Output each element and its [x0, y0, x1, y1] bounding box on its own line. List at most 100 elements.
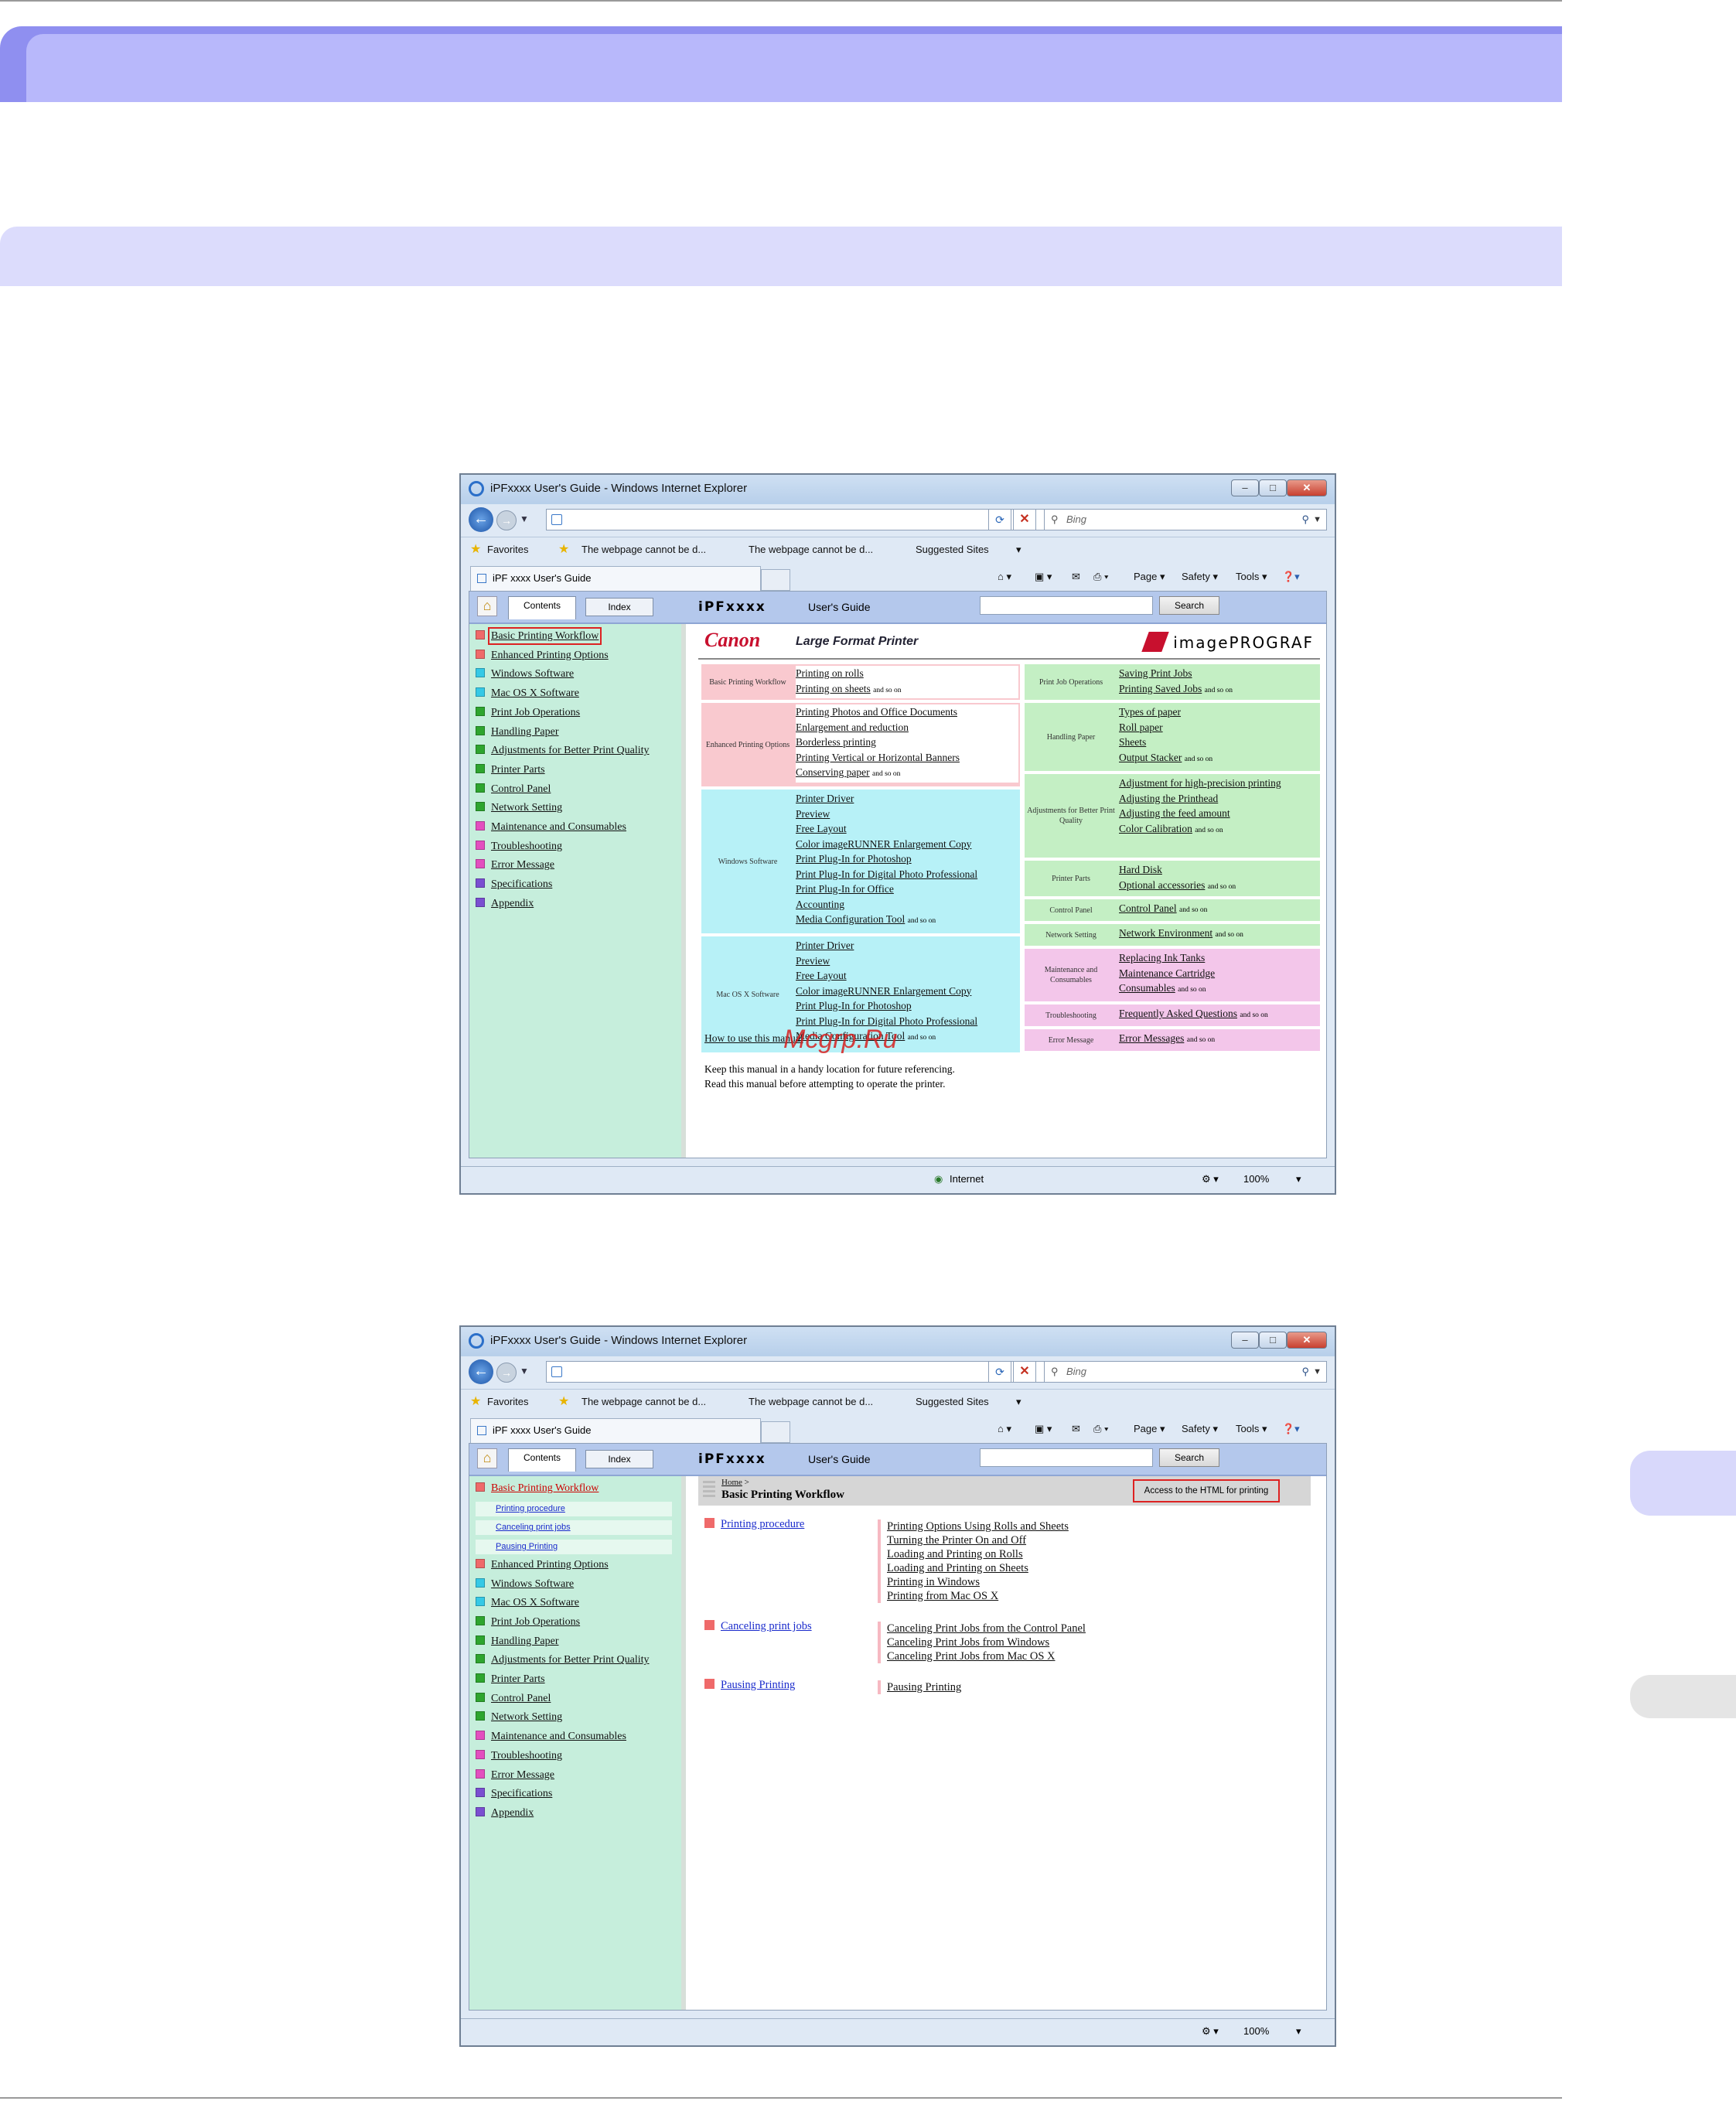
- forward-button[interactable]: →: [496, 1363, 517, 1383]
- sidebar-item[interactable]: Appendix: [476, 1806, 534, 1824]
- search-go-icon[interactable]: ⚲: [1301, 1362, 1309, 1382]
- sidebar-item[interactable]: Adjustments for Better Print Quality: [476, 745, 650, 762]
- sidebar-item[interactable]: Adjustments for Better Print Quality: [476, 1654, 650, 1671]
- search-dropdown-icon[interactable]: ▼: [1313, 1362, 1322, 1382]
- category-link[interactable]: Printing Vertical or Horizontal Banners: [796, 750, 1018, 766]
- tools-menu[interactable]: Tools ▾: [1236, 1423, 1267, 1435]
- sidebar-item[interactable]: Basic Printing Workflow: [476, 627, 602, 647]
- search-input[interactable]: ⚲ Bing ⚲ ▼: [1044, 509, 1327, 530]
- home-icon[interactable]: ⌂: [477, 1448, 497, 1468]
- category-link[interactable]: Enlargement and reduction: [796, 720, 1018, 735]
- category-link[interactable]: Control Panel: [1119, 902, 1177, 914]
- topic-link[interactable]: Canceling Print Jobs from Mac OS X: [887, 1649, 1086, 1663]
- safety-menu[interactable]: Safety ▾: [1182, 571, 1218, 583]
- tab-contents[interactable]: Contents: [508, 596, 576, 619]
- sidebar-subitem[interactable]: Printing procedure: [476, 1501, 672, 1516]
- sidebar-item-label[interactable]: Basic Printing Workflow: [491, 1482, 599, 1494]
- sidebar-item-label[interactable]: Appendix: [491, 898, 534, 909]
- fav-item[interactable]: The webpage cannot be d...: [749, 544, 873, 555]
- zoom-level[interactable]: 100%: [1243, 2025, 1269, 2037]
- print-icon[interactable]: ⎙ ▾: [1093, 571, 1108, 583]
- category-link[interactable]: Types of paper: [1119, 704, 1318, 720]
- section-link[interactable]: Pausing Printing: [721, 1679, 795, 1691]
- home-icon[interactable]: ⌂: [477, 596, 497, 616]
- category-link[interactable]: Printer Driver: [796, 791, 1018, 807]
- fav-item[interactable]: Suggested Sites: [916, 1396, 989, 1407]
- category-link[interactable]: Media Configuration Tool: [796, 913, 905, 925]
- maximize-button[interactable]: □: [1259, 1332, 1287, 1349]
- sidebar-item[interactable]: Mac OS X Software: [476, 687, 579, 704]
- topic-link[interactable]: Printing in Windows: [887, 1575, 1069, 1589]
- sidebar-item[interactable]: Handling Paper: [476, 1635, 558, 1652]
- category-link[interactable]: Hard Disk: [1119, 862, 1318, 878]
- topic-link[interactable]: Loading and Printing on Rolls: [887, 1547, 1069, 1561]
- sidebar-item-label[interactable]: Print Job Operations: [491, 707, 580, 718]
- fav-item[interactable]: The webpage cannot be d...: [582, 544, 706, 555]
- chevron-down-icon[interactable]: ▾: [1016, 1396, 1021, 1408]
- category-link[interactable]: Saving Print Jobs: [1119, 666, 1318, 681]
- minimize-button[interactable]: –: [1231, 479, 1259, 496]
- sidebar-subitem-label[interactable]: Printing procedure: [496, 1504, 565, 1513]
- close-button[interactable]: ✕: [1287, 1332, 1327, 1349]
- protected-mode-icon[interactable]: ⚙ ▾: [1202, 1173, 1219, 1185]
- sidebar-item-label[interactable]: Maintenance and Consumables: [491, 821, 626, 833]
- category-link[interactable]: Frequently Asked Questions: [1119, 1008, 1237, 1019]
- sidebar-subitem[interactable]: Canceling print jobs: [476, 1520, 672, 1536]
- search-go-icon[interactable]: ⚲: [1301, 510, 1309, 530]
- category-link[interactable]: Replacing Ink Tanks: [1119, 950, 1318, 966]
- back-button[interactable]: ←: [469, 507, 493, 532]
- feeds-icon[interactable]: ▣ ▾: [1035, 571, 1052, 583]
- topic-link[interactable]: Pausing Printing: [887, 1680, 961, 1694]
- section-heading[interactable]: Canceling print jobs: [704, 1620, 812, 1633]
- category-link[interactable]: Free Layout: [796, 821, 1018, 837]
- sidebar-item[interactable]: Printer Parts: [476, 1673, 545, 1690]
- sidebar-item-label[interactable]: Troubleshooting: [491, 1750, 562, 1762]
- sidebar-item[interactable]: Enhanced Printing Options: [476, 1558, 609, 1576]
- sidebar-item[interactable]: Windows Software: [476, 1577, 574, 1595]
- sidebar-item[interactable]: Network Setting: [476, 802, 562, 819]
- refresh-button[interactable]: ⟳: [988, 1361, 1011, 1383]
- sidebar-item-label[interactable]: Specifications: [491, 1788, 552, 1799]
- category-link[interactable]: Color imageRUNNER Enlargement Copy: [796, 984, 1018, 999]
- sidebar-item[interactable]: Troubleshooting: [476, 1749, 562, 1767]
- sidebar-item-label[interactable]: Adjustments for Better Print Quality: [491, 745, 650, 756]
- sidebar-item-label[interactable]: Specifications: [491, 878, 552, 890]
- fav-item[interactable]: Suggested Sites: [916, 544, 989, 555]
- category-link[interactable]: Print Plug-In for Photoshop: [796, 998, 1018, 1014]
- browser-tab[interactable]: iPF xxxx User's Guide: [470, 1418, 761, 1443]
- category-link[interactable]: Print Plug-In for Digital Photo Professi…: [796, 867, 1018, 882]
- home-icon[interactable]: ⌂ ▾: [998, 1423, 1011, 1435]
- section-heading[interactable]: Printing procedure: [704, 1518, 804, 1531]
- search-button[interactable]: Search: [1159, 1448, 1219, 1467]
- new-tab-button[interactable]: [761, 1421, 790, 1443]
- guide-search-input[interactable]: [980, 1448, 1153, 1467]
- sidebar-item-label[interactable]: Control Panel: [491, 1693, 551, 1704]
- mail-icon[interactable]: ✉: [1072, 1423, 1080, 1435]
- sidebar-item[interactable]: Control Panel: [476, 1692, 551, 1710]
- category-link[interactable]: Error Messages: [1119, 1032, 1184, 1044]
- back-button[interactable]: ←: [469, 1359, 493, 1384]
- chevron-down-icon[interactable]: ▾: [1016, 544, 1021, 556]
- category-link[interactable]: Maintenance Cartridge: [1119, 966, 1318, 981]
- guide-search-input[interactable]: [980, 596, 1153, 615]
- sidebar-item-label[interactable]: Windows Software: [491, 668, 574, 680]
- mail-icon[interactable]: ✉: [1072, 571, 1080, 583]
- search-button[interactable]: Search: [1159, 596, 1219, 615]
- sidebar-item[interactable]: Troubleshooting: [476, 840, 562, 858]
- sidebar-item[interactable]: Maintenance and Consumables: [476, 821, 626, 838]
- sidebar-item[interactable]: Printer Parts: [476, 763, 545, 781]
- sidebar-item-label[interactable]: Print Job Operations: [491, 1616, 580, 1628]
- category-link[interactable]: Color imageRUNNER Enlargement Copy: [796, 837, 1018, 852]
- sidebar-item-label[interactable]: Adjustments for Better Print Quality: [491, 1654, 650, 1666]
- topic-link[interactable]: Canceling Print Jobs from Windows: [887, 1635, 1086, 1649]
- sidebar-item-label[interactable]: Control Panel: [491, 783, 551, 795]
- breadcrumb-home-link[interactable]: Home: [721, 1478, 742, 1487]
- fav-item[interactable]: The webpage cannot be d...: [582, 1396, 706, 1407]
- search-dropdown-icon[interactable]: ▼: [1313, 510, 1322, 530]
- sidebar-item[interactable]: Print Job Operations: [476, 1615, 580, 1633]
- topic-link[interactable]: Printing from Mac OS X: [887, 1589, 1069, 1603]
- sidebar-item-label[interactable]: Appendix: [491, 1807, 534, 1819]
- category-link[interactable]: Adjusting the Printhead: [1119, 791, 1318, 807]
- sidebar-item-label[interactable]: Enhanced Printing Options: [491, 1559, 609, 1571]
- page-menu[interactable]: Page ▾: [1134, 1423, 1165, 1435]
